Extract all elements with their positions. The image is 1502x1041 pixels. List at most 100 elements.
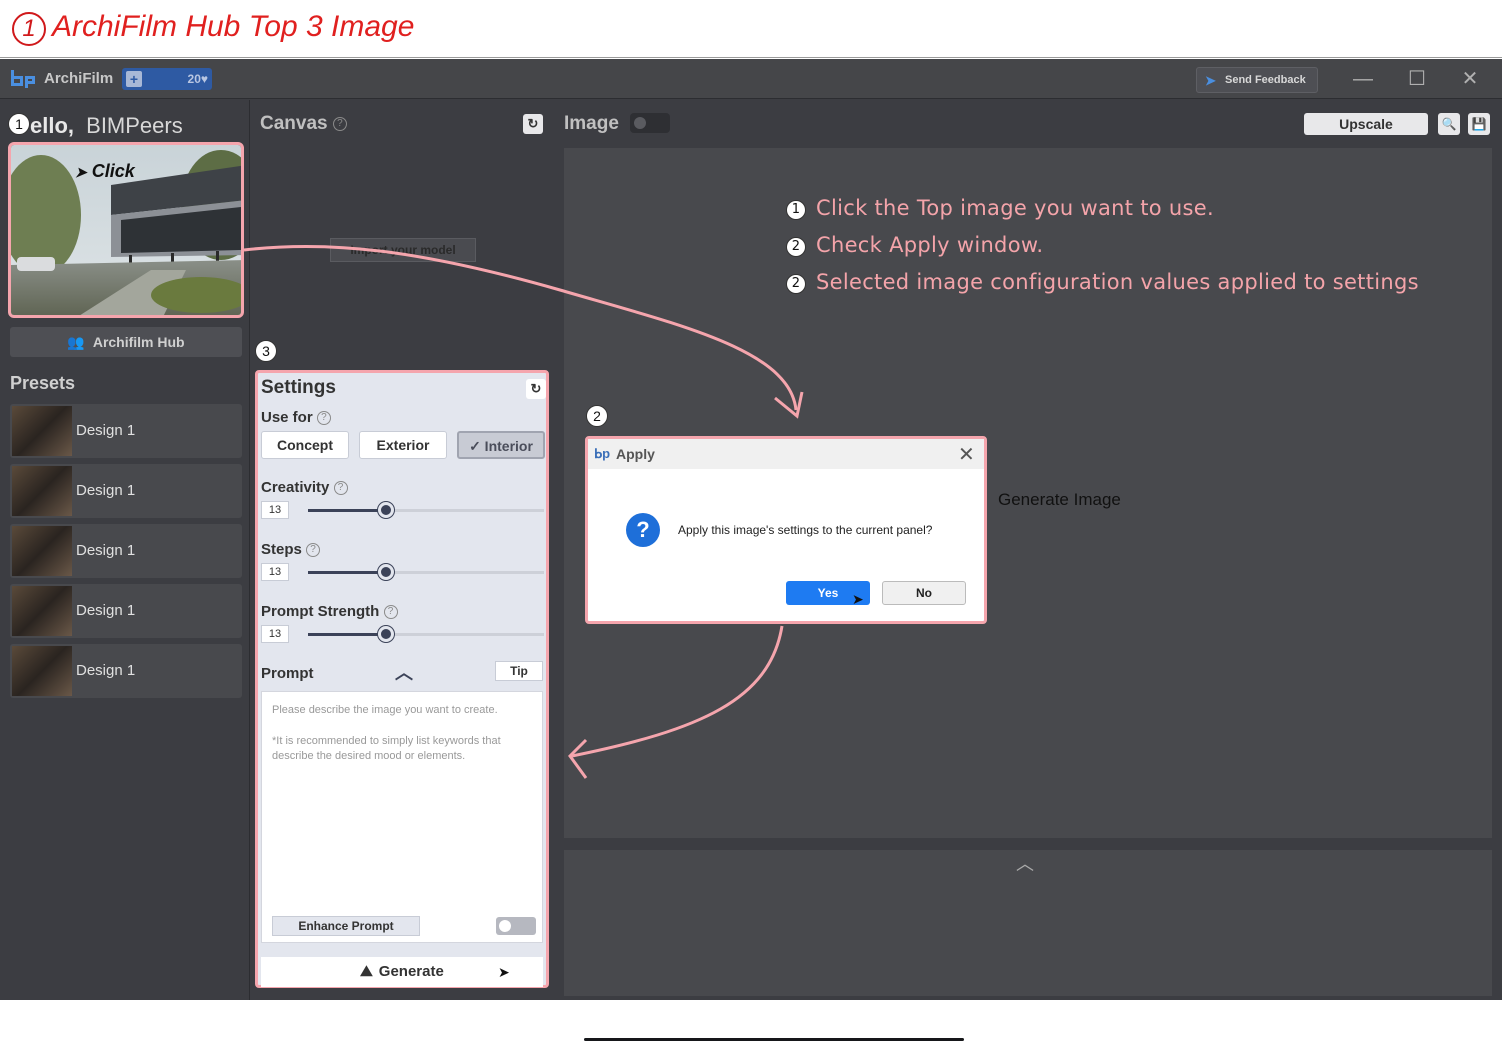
help-icon[interactable]: ?	[333, 481, 348, 496]
help-icon[interactable]: ?	[332, 116, 347, 131]
creativity-label: Creativity ?	[261, 479, 348, 496]
slider-thumb[interactable]	[377, 626, 394, 642]
use-for-label: Use for ?	[261, 409, 331, 426]
creativity-value[interactable]: 13	[261, 501, 289, 519]
annotation-note: 2 Check Apply window.	[786, 233, 1043, 257]
search-icon[interactable]: 🔍	[1438, 113, 1460, 135]
image-toggle[interactable]	[630, 113, 670, 133]
canvas-refresh-icon[interactable]: ↻	[523, 114, 543, 134]
credits-badge[interactable]: + 20♥	[122, 68, 212, 90]
add-credits-icon[interactable]: +	[126, 71, 142, 87]
upscale-button[interactable]: Upscale	[1304, 113, 1428, 135]
concept-button[interactable]: Concept	[261, 431, 349, 459]
preset-item[interactable]: Design 1	[10, 404, 242, 458]
heart-icon: ♥	[200, 72, 208, 86]
preset-thumbnail	[12, 646, 72, 696]
hub-top-image[interactable]: ➤ Click	[8, 142, 244, 318]
step-marker: 1	[8, 113, 30, 135]
banner-title: ArchiFilm Hub Top 3 Image	[52, 10, 415, 43]
settings-refresh-icon[interactable]: ↻	[526, 379, 546, 399]
help-icon[interactable]: ?	[306, 543, 321, 558]
step-marker: 3	[255, 340, 277, 362]
interior-button[interactable]: ✓ Interior	[457, 431, 545, 459]
chevron-up-icon[interactable]: ︿	[395, 659, 413, 685]
paper-plane-icon: ➤	[1205, 73, 1216, 88]
mountain-icon: ⛰	[360, 963, 373, 980]
chevron-up-icon[interactable]: ︿	[1016, 850, 1034, 876]
minimize-button[interactable]: —	[1348, 65, 1378, 93]
use-for-text: Use for	[261, 409, 313, 426]
send-feedback-button[interactable]: ➤ Send Feedback	[1196, 67, 1318, 93]
banner-step-number: 1	[12, 12, 46, 46]
preset-label: Design 1	[76, 662, 136, 679]
app-logo-icon: ᖯp	[594, 446, 611, 461]
preset-thumbnail	[12, 406, 72, 456]
users-icon: 👥	[67, 334, 85, 350]
apply-dialog: ᖯp Apply ✕ ? Apply this image's settings…	[585, 436, 987, 624]
enhance-prompt-button[interactable]: Enhance Prompt	[272, 916, 420, 936]
steps-value[interactable]: 13	[261, 563, 289, 581]
close-button[interactable]: ✕	[1455, 65, 1485, 93]
presets-title: Presets	[10, 373, 76, 393]
preset-item[interactable]: Design 1	[10, 644, 242, 698]
preset-label: Design 1	[76, 602, 136, 619]
question-icon: ?	[626, 513, 660, 547]
cursor-icon: ➤	[498, 964, 510, 980]
note-number: 1	[786, 200, 806, 220]
preset-label: Design 1	[76, 482, 136, 499]
app-name: ArchiFilm	[44, 70, 114, 87]
preset-thumbnail	[12, 526, 72, 576]
prompt-label: Prompt	[261, 665, 314, 682]
toggle-knob	[634, 117, 646, 129]
dialog-title: Apply	[616, 446, 655, 462]
step-marker: 2	[586, 405, 608, 427]
creativity-slider[interactable]	[308, 502, 544, 518]
exterior-button[interactable]: Exterior	[359, 431, 447, 459]
help-icon[interactable]: ?	[383, 605, 398, 620]
help-icon[interactable]: ?	[316, 411, 331, 426]
slider-thumb[interactable]	[377, 502, 394, 518]
import-model-button[interactable]: Import your model	[330, 238, 476, 262]
preset-item[interactable]: Design 1	[10, 584, 242, 638]
canvas-title: Canvas ?	[260, 113, 347, 135]
click-label: ➤ Click	[75, 161, 135, 182]
save-icon[interactable]: 💾	[1468, 113, 1490, 135]
prompt-strength-slider[interactable]	[308, 626, 544, 642]
send-feedback-label: Send Feedback	[1225, 74, 1306, 86]
preset-item[interactable]: Design 1	[10, 464, 242, 518]
maximize-button[interactable]: ☐	[1402, 65, 1432, 93]
canvas-title-text: Canvas	[260, 113, 328, 134]
preset-thumbnail	[12, 586, 72, 636]
creativity-text: Creativity	[261, 479, 330, 496]
steps-label: Steps ?	[261, 541, 321, 558]
dialog-message: Apply this image's settings to the curre…	[678, 523, 933, 537]
steps-text: Steps	[261, 541, 302, 558]
slider-fill	[308, 509, 386, 512]
settings-title: Settings	[261, 377, 336, 398]
tip-button[interactable]: Tip	[495, 661, 543, 681]
prompt-textarea[interactable]: Please describe the image you want to cr…	[261, 691, 543, 943]
archifilm-hub-button[interactable]: 👥 Archifilm Hub	[10, 327, 242, 357]
prompt-strength-value[interactable]: 13	[261, 625, 289, 643]
steps-slider[interactable]	[308, 564, 544, 580]
note-text: Click the Top image you want to use.	[816, 196, 1214, 220]
annotation-note: 2 Selected image configuration values app…	[786, 270, 1419, 294]
dialog-close-icon[interactable]: ✕	[958, 442, 975, 467]
slider-fill	[308, 633, 386, 636]
generate-label: Generate	[378, 963, 444, 980]
greeting: ello, BIMPeers	[30, 113, 183, 139]
enhance-toggle[interactable]	[496, 917, 536, 935]
dialog-title-bar: ᖯp Apply ✕	[588, 439, 984, 469]
no-button[interactable]: No	[882, 581, 966, 605]
preset-item[interactable]: Design 1	[10, 524, 242, 578]
annotation-banner: 1 ArchiFilm Hub Top 3 Image	[0, 0, 1502, 58]
preset-label: Design 1	[76, 422, 136, 439]
history-panel: ︿	[564, 850, 1492, 996]
toggle-knob	[499, 920, 511, 932]
note-text: Check Apply window.	[816, 233, 1044, 257]
credits-count: 20♥	[187, 72, 208, 86]
slider-thumb[interactable]	[377, 564, 394, 580]
strength-text: Prompt Strength	[261, 603, 380, 620]
settings-panel: Settings ↻ Use for ? Concept Exterior ✓ …	[255, 370, 549, 988]
greeting-user: BIMPeers	[86, 113, 183, 138]
